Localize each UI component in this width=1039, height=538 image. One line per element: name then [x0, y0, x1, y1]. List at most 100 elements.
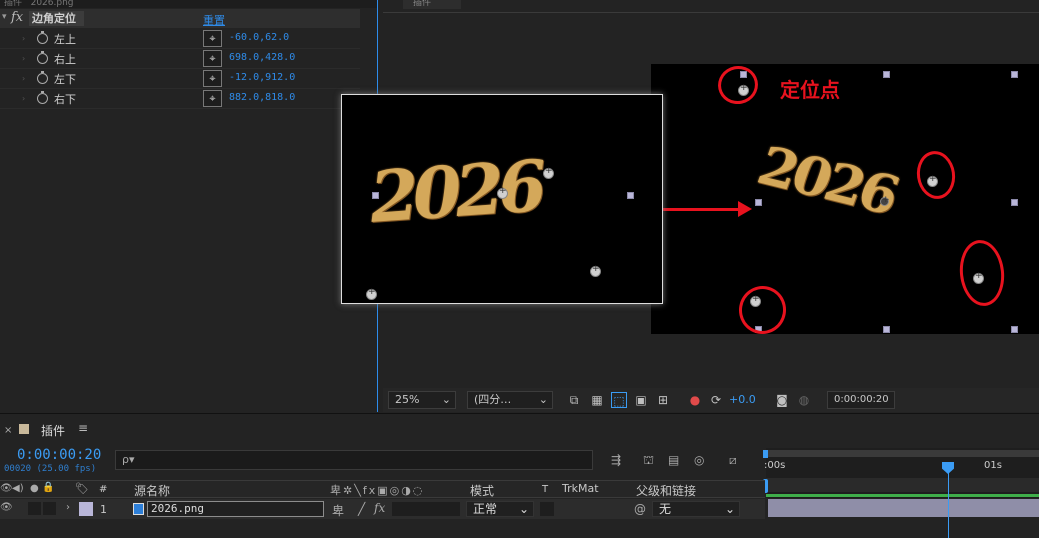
work-area-bar[interactable]	[766, 450, 1039, 457]
shy-switch-icon[interactable]: 卑	[332, 502, 344, 519]
layer-duration-bar[interactable]	[768, 499, 1039, 517]
pick-whip-icon[interactable]: @	[634, 502, 646, 516]
stopwatch-icon[interactable]	[37, 71, 48, 84]
edge-handle[interactable]	[883, 326, 890, 333]
chevron-down-icon: ⌄	[538, 393, 548, 406]
motion-blur-icon[interactable]: ◎	[694, 453, 704, 467]
current-time-field[interactable]: 0:00:00:20	[827, 391, 895, 409]
grid-guides-icon[interactable]: ⊞	[655, 392, 671, 408]
stopwatch-icon[interactable]	[37, 51, 48, 64]
solo-icon[interactable]: ●	[30, 483, 39, 494]
effect-controls-panel: 插件 2026.png ▾ fx 边角定位 重置 › 左上 ⌖ -60.0,62…	[0, 0, 378, 412]
edge-handle[interactable]	[883, 71, 890, 78]
lock-icon[interactable]: 🔒	[42, 482, 54, 493]
column-mode: 模式	[470, 484, 495, 498]
edge-handle[interactable]	[372, 192, 379, 199]
shy-layers-icon[interactable]: ⛫	[643, 453, 654, 469]
blend-mode-select[interactable]: 正常 ⌄	[466, 501, 534, 517]
parent-value: 无	[659, 502, 672, 516]
frame-blending-icon[interactable]: ▤	[668, 453, 679, 467]
audio-icon[interactable]: ◀)	[12, 483, 24, 494]
timeline-tab-title[interactable]: 插件	[41, 422, 65, 439]
reset-link[interactable]: 重置	[203, 12, 225, 28]
mask-path-icon[interactable]: ⬚	[611, 392, 627, 408]
fx-switch-icon[interactable]: fx	[374, 501, 385, 515]
effect-name[interactable]: 边角定位	[29, 11, 84, 26]
fast-preview-icon[interactable]: ⧉	[566, 392, 582, 408]
layer-switch-boxes[interactable]	[392, 502, 460, 516]
param-value[interactable]: 698.0,428.0	[229, 52, 295, 63]
crosshair-icon[interactable]: ⌖	[203, 30, 222, 47]
comp-flowchart-icon[interactable]: ⇶	[611, 453, 621, 467]
effect-header-row[interactable]: ▾ fx 边角定位 重置	[0, 9, 360, 28]
edge-handle[interactable]	[627, 192, 634, 199]
resolution-select[interactable]: (四分… ⌄	[467, 391, 553, 409]
expand-triangle-icon[interactable]: ›	[22, 34, 25, 43]
work-area-start-handle[interactable]	[763, 450, 768, 458]
solo-toggle[interactable]	[28, 502, 41, 515]
fx-icon[interactable]: fx	[11, 10, 23, 25]
show-snapshot-icon[interactable]: ◍	[796, 392, 812, 408]
param-value[interactable]: -60.0,62.0	[229, 32, 289, 43]
channel-icon[interactable]: ●	[687, 392, 703, 408]
viewer-tab[interactable]: 插件	[403, 0, 461, 9]
color-management-icon[interactable]: ⟳	[708, 392, 724, 408]
zoom-select[interactable]: 25% ⌄	[388, 391, 456, 409]
region-icon[interactable]: ▣	[633, 392, 649, 408]
exposure-value[interactable]: +0.0	[729, 393, 756, 406]
quality-switch-icon[interactable]: ╱	[358, 502, 365, 516]
param-label: 左上	[54, 33, 76, 46]
layer-label-color[interactable]	[79, 502, 93, 516]
chevron-down-icon: ⌄	[518, 502, 529, 516]
corner-pin-point[interactable]	[543, 166, 554, 179]
corner-pin-point[interactable]	[590, 264, 601, 277]
work-area-indicator	[766, 494, 1039, 497]
viewer-divider	[383, 12, 1039, 13]
panel-menu-icon[interactable]: ≡	[78, 421, 88, 435]
visibility-eye-icon[interactable]: 👁	[0, 502, 13, 513]
layer-label: 2026.png	[30, 0, 74, 8]
corner-pin-point[interactable]	[497, 186, 508, 199]
parent-select[interactable]: 无 ⌄	[652, 501, 740, 517]
layer-search-input[interactable]: ρ▾	[115, 450, 593, 470]
column-source-name[interactable]: 源名称	[134, 482, 170, 499]
snapshot-icon[interactable]: ◙	[774, 392, 790, 408]
close-icon[interactable]: ×	[4, 425, 12, 436]
expand-chevron-icon[interactable]: ›	[66, 502, 70, 513]
arrow-head-icon	[738, 201, 752, 217]
column-number: #	[99, 484, 108, 495]
timeline-current-time[interactable]: 0:00:00:20	[17, 447, 101, 463]
param-value[interactable]: 882.0,818.0	[229, 92, 295, 103]
expand-triangle-icon[interactable]: ›	[22, 54, 25, 63]
lock-toggle[interactable]	[43, 502, 56, 515]
stopwatch-icon[interactable]	[37, 31, 48, 44]
param-row-bottom-left: › 左下 ⌖ -12.0,912.0	[0, 69, 360, 89]
edge-handle[interactable]	[755, 199, 762, 206]
corner-pin-point[interactable]	[366, 287, 377, 300]
transparency-grid-icon[interactable]: ▦	[589, 392, 605, 408]
comp-color-swatch	[19, 424, 29, 434]
layer-number: 1	[100, 503, 107, 516]
stopwatch-icon[interactable]	[37, 91, 48, 104]
collapse-triangle-icon[interactable]: ▾	[2, 12, 7, 22]
param-value[interactable]: -12.0,912.0	[229, 72, 295, 83]
graph-editor-icon[interactable]: ⧄	[729, 453, 737, 468]
param-row-top-left: › 左上 ⌖ -60.0,62.0	[0, 29, 360, 49]
expand-triangle-icon[interactable]: ›	[22, 94, 25, 103]
layer-name-field[interactable]: 2026.png	[147, 501, 324, 517]
expand-triangle-icon[interactable]: ›	[22, 74, 25, 83]
anchor-point[interactable]	[880, 195, 890, 206]
frame-rate-info: 00020 (25.00 fps)	[4, 464, 97, 474]
ruler-start-label: :00s	[764, 460, 786, 471]
preserve-transparency-toggle[interactable]	[540, 502, 554, 516]
layer-switches-icon: 卑✲╲fx▣◎◑◌	[330, 484, 425, 497]
edge-handle[interactable]	[1011, 199, 1018, 206]
crosshair-icon[interactable]: ⌖	[203, 70, 222, 87]
label-tag-icon[interactable]: 🏷	[75, 482, 89, 495]
crosshair-icon[interactable]: ⌖	[203, 90, 222, 107]
crosshair-icon[interactable]: ⌖	[203, 50, 222, 67]
corner-handle[interactable]	[1011, 71, 1018, 78]
video-eye-icon[interactable]: 👁	[0, 483, 13, 494]
chevron-down-icon: ⌄	[724, 502, 735, 516]
corner-handle[interactable]	[1011, 326, 1018, 333]
